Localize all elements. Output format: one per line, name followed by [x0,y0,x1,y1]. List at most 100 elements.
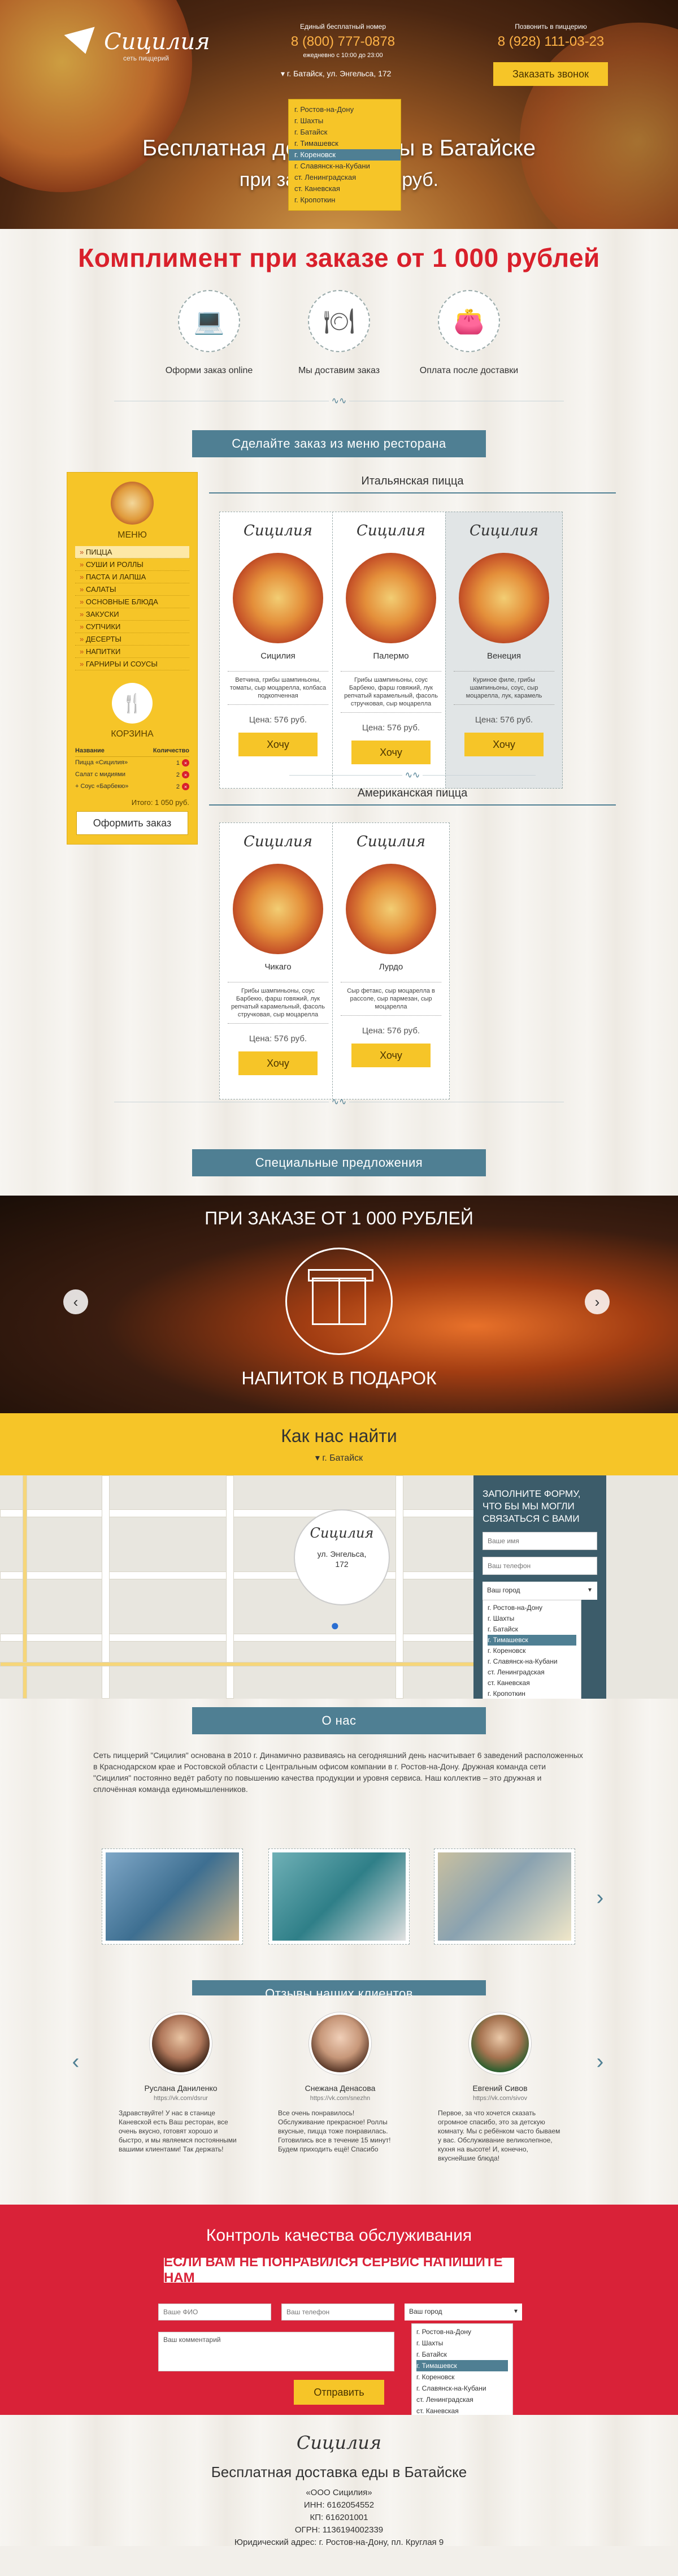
city-option[interactable]: г. Тимашевск [416,2360,508,2371]
footer-line: КП: 616201001 [310,2513,368,2522]
city-option[interactable]: г. Тимашевск [488,1635,576,1646]
city-dropdown[interactable]: г. Ростов-на-Дону г. Шахты г. Батайск г. Ти… [288,99,401,211]
city-option[interactable]: ст. Ленинградская [294,172,395,183]
slider-next-button[interactable]: › [585,1289,610,1314]
call-phone[interactable]: 8 (928) 111-03-23 [480,34,621,50]
pizza-slice-icon [67,27,101,57]
fio-field[interactable] [158,2304,271,2320]
city-select[interactable]: Ваш город [405,2304,522,2320]
reviewer-link[interactable]: https://vk.com/sivov [438,2095,562,2102]
city-options[interactable]: г. Ростов-на-Дону г. Шахты г. Батайск г. Ти… [483,1600,581,1699]
category-item[interactable]: ПАСТА И ЛАПША [75,571,189,583]
product-name: Палермо [373,651,409,661]
city-option[interactable]: г. Батайск [294,127,395,138]
category-item[interactable]: ГАРНИРЫ И СОУСЫ [75,658,189,670]
reviewer-link[interactable]: https://vk.com/snezhn [278,2095,402,2102]
logo[interactable]: Сицилия сеть пиццерий [67,27,210,62]
add-to-cart-button[interactable]: Хочу [351,1044,431,1067]
reviews-prev-button[interactable]: ‹ [63,2049,88,2074]
city-option[interactable]: ст. Каневская [488,1678,576,1689]
city-option[interactable]: г. Ростов-на-Дону [488,1603,576,1613]
map-road [0,1634,475,1642]
city-option[interactable]: г. Кропоткин [294,194,395,206]
cart-item-name: Салат с мидиями [75,771,126,778]
city-option[interactable]: г. Ростов-на-Дону [416,2326,508,2337]
city-option[interactable]: г. Тимашевск [294,138,395,149]
city-option[interactable]: г. Славянск-на-Кубани [488,1656,576,1667]
category-item[interactable]: НАПИТКИ [75,646,189,658]
special-band: Специальные предложения [0,1148,678,1178]
send-button[interactable]: Отправить [294,2380,384,2405]
card-logo: Сицилия [356,522,426,539]
contact-form: Заполните форму, что бы мы могли связать… [473,1475,606,1699]
pizza-image[interactable] [346,864,436,954]
pizza-background-right [520,23,678,229]
name-field[interactable] [483,1532,597,1550]
gallery-photo[interactable] [102,1848,243,1945]
city-option[interactable]: г. Кореновск [416,2371,508,2383]
free-phone[interactable]: 8 (800) 777-0878 [281,34,405,50]
add-to-cart-button[interactable]: Хочу [351,741,431,764]
category-item[interactable]: СУПЧИКИ [75,621,189,633]
category-item[interactable]: САЛАТЫ [75,583,189,596]
city-option[interactable]: ст. Каневская [294,183,395,194]
laptop-icon: 💻 [178,290,240,352]
category-list: ПИЦЦАСУШИ И РОЛЛЫПАСТА И ЛАПШАСАЛАТЫОСНО… [75,546,189,670]
add-to-cart-button[interactable]: Хочу [238,1051,318,1075]
phone-field[interactable] [281,2304,394,2320]
map-address: ул. Энгельса, [317,1549,367,1558]
pizza-image[interactable] [459,553,549,643]
city-option[interactable]: ст. Ленинградская [416,2394,508,2405]
gallery-next-button[interactable]: › [588,1885,612,1910]
category-item[interactable]: ПИЦЦА [75,546,189,559]
find-city-selector[interactable]: ▾ г. Батайск [0,1452,678,1464]
city-option[interactable]: г. Кореновск [289,149,401,161]
special-subtitle: НАПИТОК В ПОДАРОК [241,1368,437,1388]
review-text: Все очень понравилось! Обслуживание прек… [278,2109,391,2153]
city-option[interactable]: г. Славянск-на-Кубани [294,161,395,172]
category-item[interactable]: ДЕСЕРТЫ [75,633,189,646]
map[interactable]: ● Сицилия ул. Энгельса, 172 Заполните фор… [0,1475,678,1699]
checkout-button[interactable]: Оформить заказ [76,811,188,835]
reviews-next-button[interactable]: › [588,2049,612,2074]
comment-field[interactable]: Ваш комментарий [158,2332,394,2371]
city-option[interactable]: г. Батайск [416,2349,508,2360]
city-option[interactable]: г. Кореновск [488,1646,576,1656]
city-option[interactable]: г. Кропоткин [488,1689,576,1699]
remove-icon[interactable]: × [182,771,189,778]
pizza-image[interactable] [233,553,323,643]
category-item[interactable]: ОСНОВНЫЕ БЛЮДА [75,596,189,608]
phone-field[interactable] [483,1557,597,1575]
step-label: Оформи заказ online [165,366,253,375]
avatar [309,2012,371,2075]
pizza-image[interactable] [233,864,323,954]
city-select[interactable]: Ваш город [483,1582,597,1600]
chevron-down-icon: ▾ [315,1453,323,1463]
city-option[interactable]: г. Шахты [488,1613,576,1624]
map-road [0,1571,475,1579]
city-option[interactable]: г. Шахты [416,2337,508,2349]
city-option[interactable]: ст. Ленинградская [488,1667,576,1678]
city-selector[interactable]: ▾ г. Батайск, ул. Энгельса, 172 [281,69,391,79]
city-option[interactable]: г. Ростов-на-Дону [294,104,395,115]
reviewer-link[interactable]: https://vk.com/dsrur [119,2095,243,2102]
callback-button[interactable]: Заказать звонок [493,62,608,86]
map-pin-icon[interactable]: ● [331,1617,340,1634]
map-road [0,1509,475,1517]
qty-value: 1 [176,759,180,767]
gallery-photo[interactable] [268,1848,410,1945]
add-to-cart-button[interactable]: Хочу [238,733,318,756]
add-to-cart-button[interactable]: Хочу [464,733,544,756]
pizza-image[interactable] [346,553,436,643]
city-option[interactable]: г. Славянск-на-Кубани [416,2383,508,2394]
city-option[interactable]: г. Батайск [488,1624,576,1635]
slider-prev-button[interactable]: ‹ [63,1289,88,1314]
footer-line: «ООО Сицилия» [306,2488,372,2497]
category-item[interactable]: ЗАКУСКИ [75,608,189,621]
about-section: О нас Сеть пиццерий "Сицилия" основана в… [0,1699,678,2007]
gallery-photo[interactable] [434,1848,575,1945]
remove-icon[interactable]: × [182,759,189,767]
remove-icon[interactable]: × [182,783,189,790]
category-item[interactable]: СУШИ И РОЛЛЫ [75,559,189,571]
city-option[interactable]: г. Шахты [294,115,395,127]
